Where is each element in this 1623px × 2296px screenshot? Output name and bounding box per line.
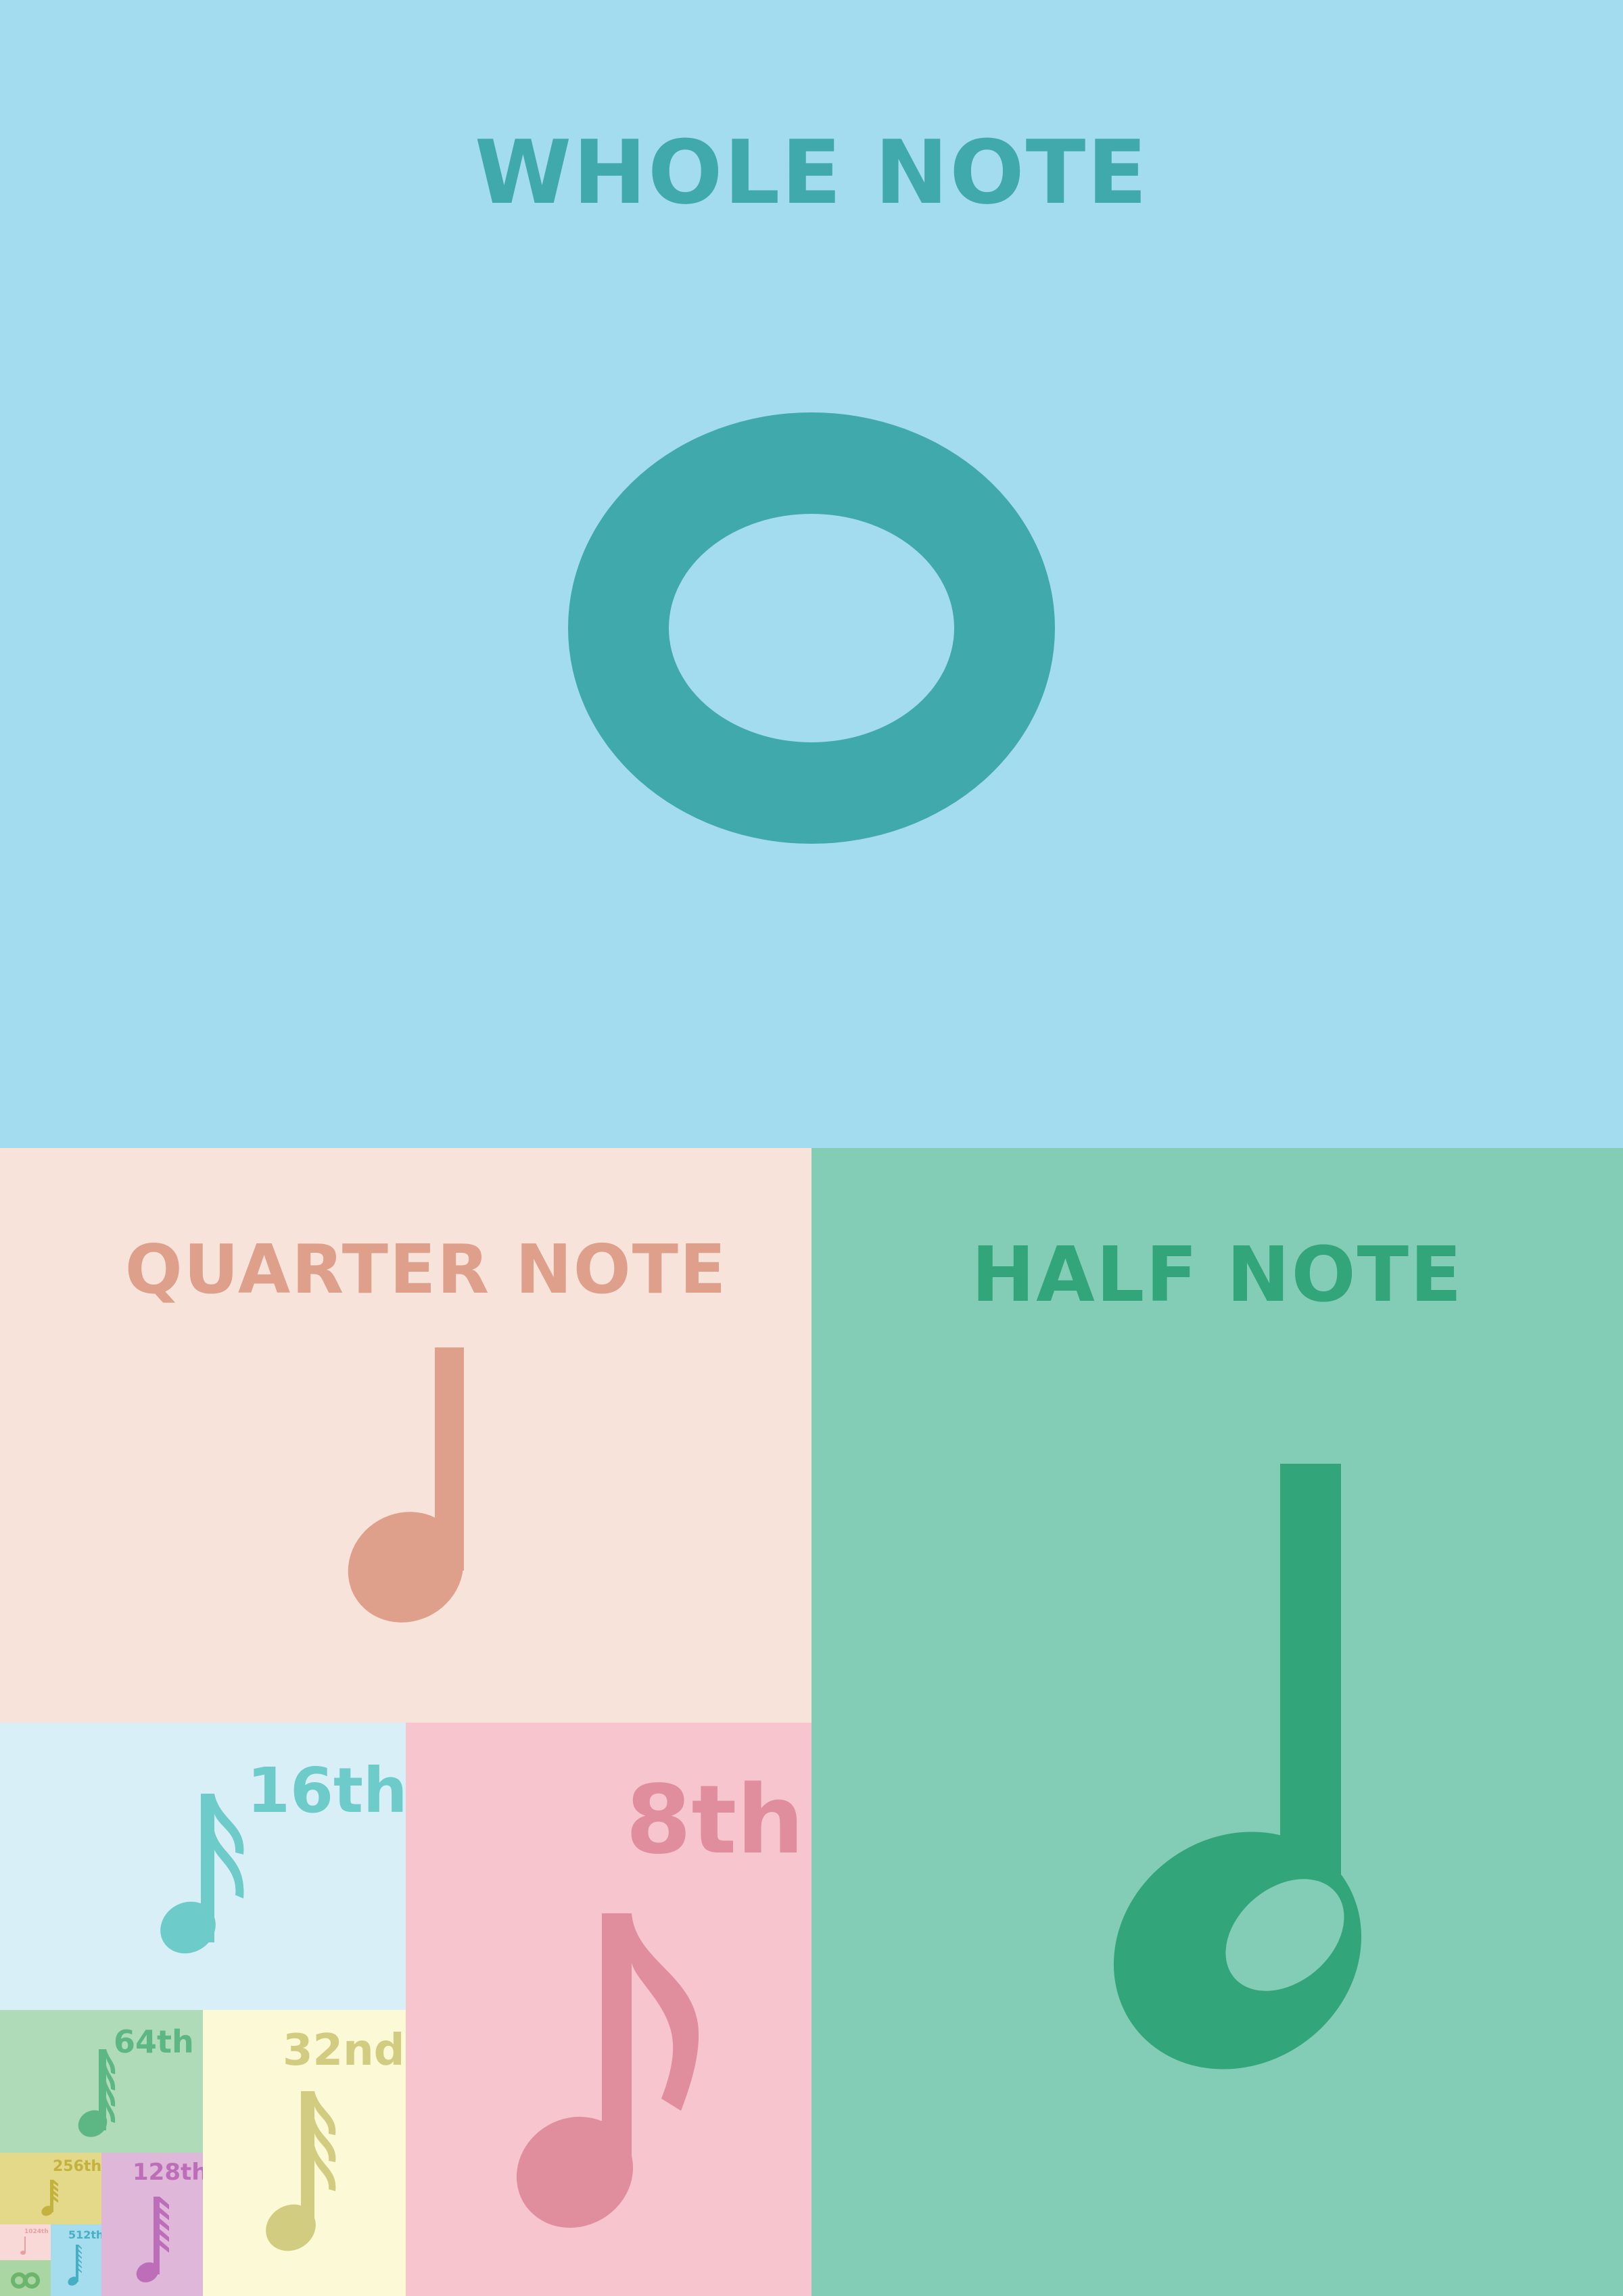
one-thousand-twenty-fourth-note-icon bbox=[20, 2237, 26, 2255]
whole-note-panel: WHOLE NOTE bbox=[0, 0, 1623, 1148]
sixty-fourth-note-panel: 64th bbox=[0, 2010, 203, 2153]
eighth-note-icon bbox=[516, 1913, 699, 2228]
one-hundred-twenty-eighth-note-icon bbox=[136, 2197, 169, 2282]
sixty-fourth-note-icon bbox=[78, 2049, 116, 2137]
five-hundred-twelfth-note-icon bbox=[68, 2245, 82, 2286]
half-note-icon bbox=[1113, 1464, 1362, 2070]
two-hundred-fifty-sixth-note-icon bbox=[41, 2180, 58, 2216]
sixteenth-note-panel: 16th bbox=[0, 1723, 406, 2010]
whole-note-icon bbox=[568, 412, 1055, 844]
half-note-panel: HALF NOTE bbox=[812, 1148, 1623, 2296]
eighth-note-panel: 8th bbox=[406, 1723, 812, 2296]
two-hundred-fifty-sixth-note-panel: 256th bbox=[0, 2153, 101, 2224]
sixteenth-note-icon bbox=[160, 1794, 244, 1954]
one-thousand-twenty-fourth-note-panel: 1024th bbox=[0, 2224, 51, 2260]
quarter-note-icon bbox=[348, 1347, 464, 1623]
infinity-panel bbox=[0, 2260, 51, 2296]
quarter-note-panel: QUARTER NOTE bbox=[0, 1148, 812, 1723]
thirty-second-note-panel: 32nd bbox=[203, 2010, 406, 2296]
thirty-second-note-icon bbox=[266, 2091, 336, 2251]
five-hundred-twelfth-note-panel: 512th bbox=[51, 2224, 101, 2296]
one-hundred-twenty-eighth-note-panel: 128th bbox=[101, 2153, 203, 2296]
infinity-icon bbox=[11, 2272, 40, 2289]
